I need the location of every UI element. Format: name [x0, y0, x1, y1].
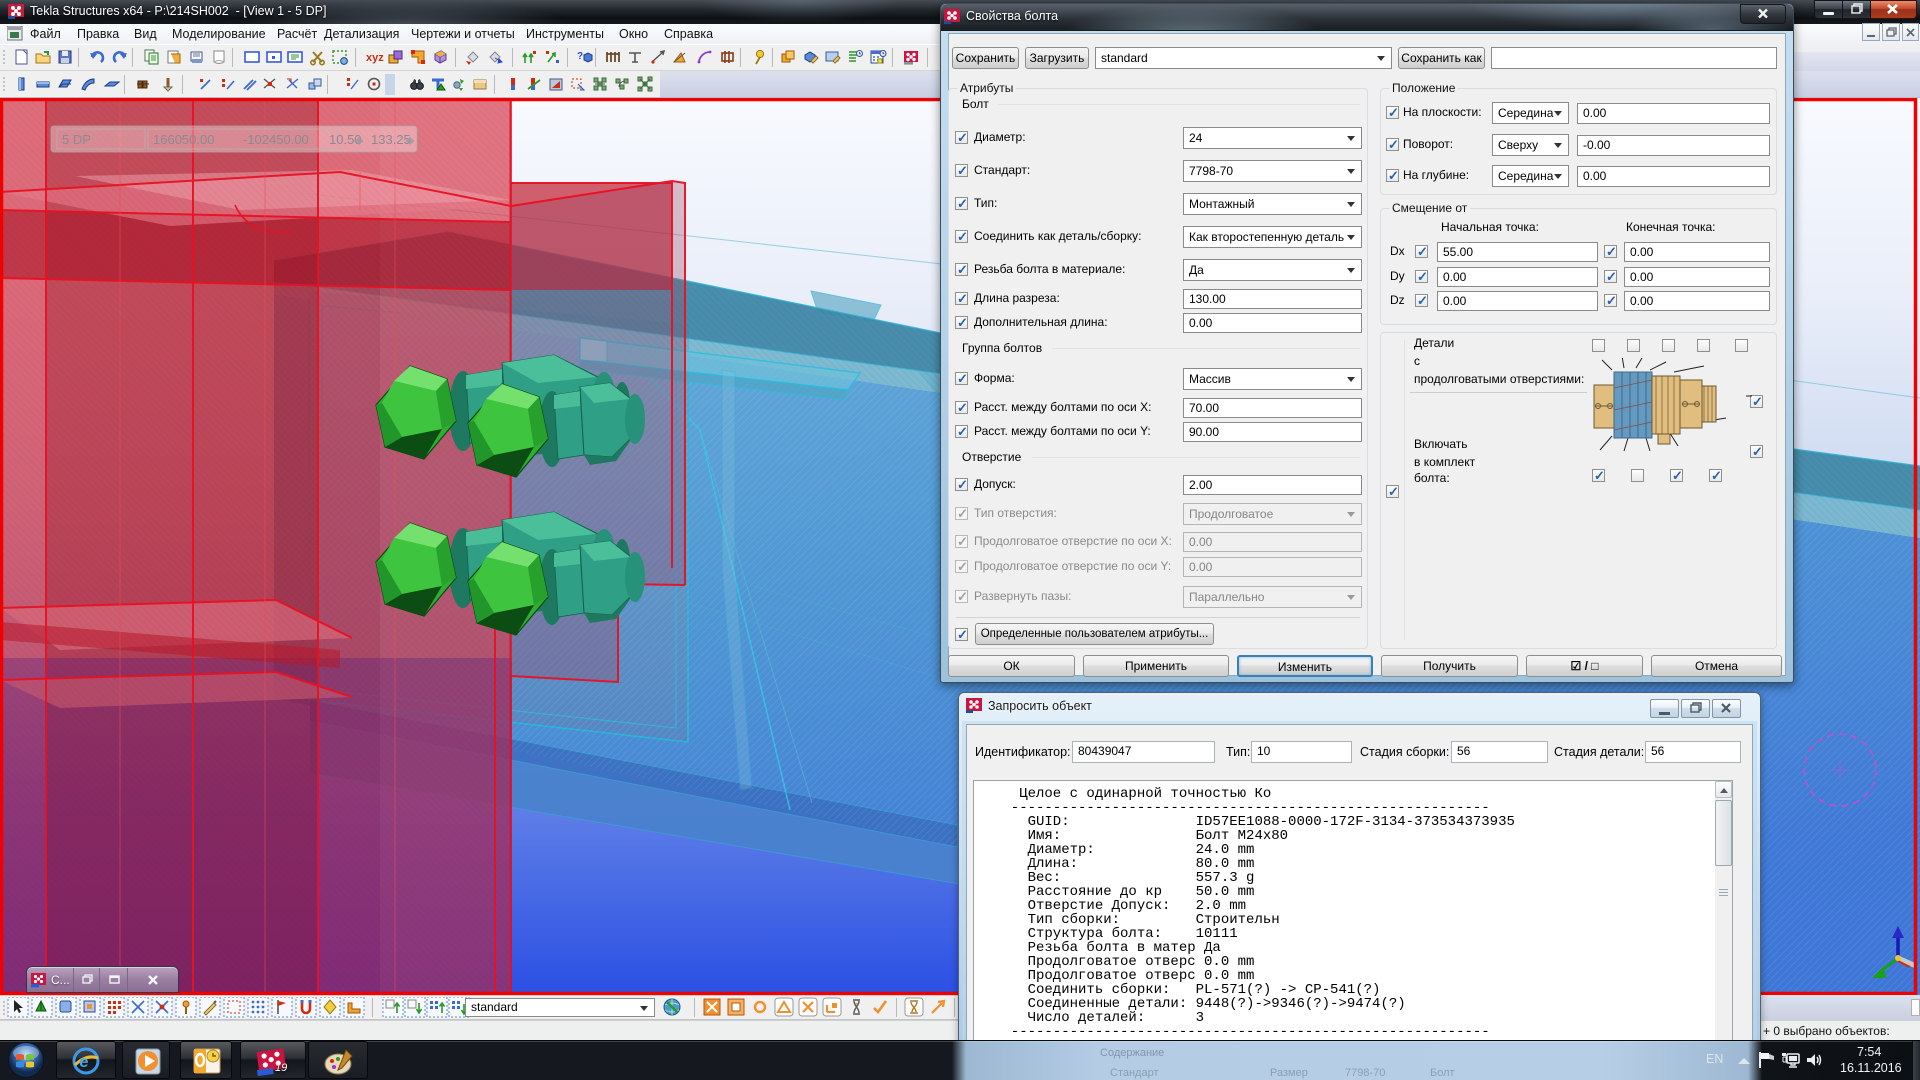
svg-text:xyz: xyz [366, 52, 384, 64]
svg-text:?: ? [577, 51, 583, 62]
svg-text:-102450.00: -102450.00 [243, 132, 309, 147]
svg-text:166050.00: 166050.00 [153, 132, 214, 147]
svg-text:133.25: 133.25 [371, 132, 411, 147]
svg-text:e: e [79, 1052, 88, 1071]
svg-text:5 DP: 5 DP [62, 132, 91, 147]
